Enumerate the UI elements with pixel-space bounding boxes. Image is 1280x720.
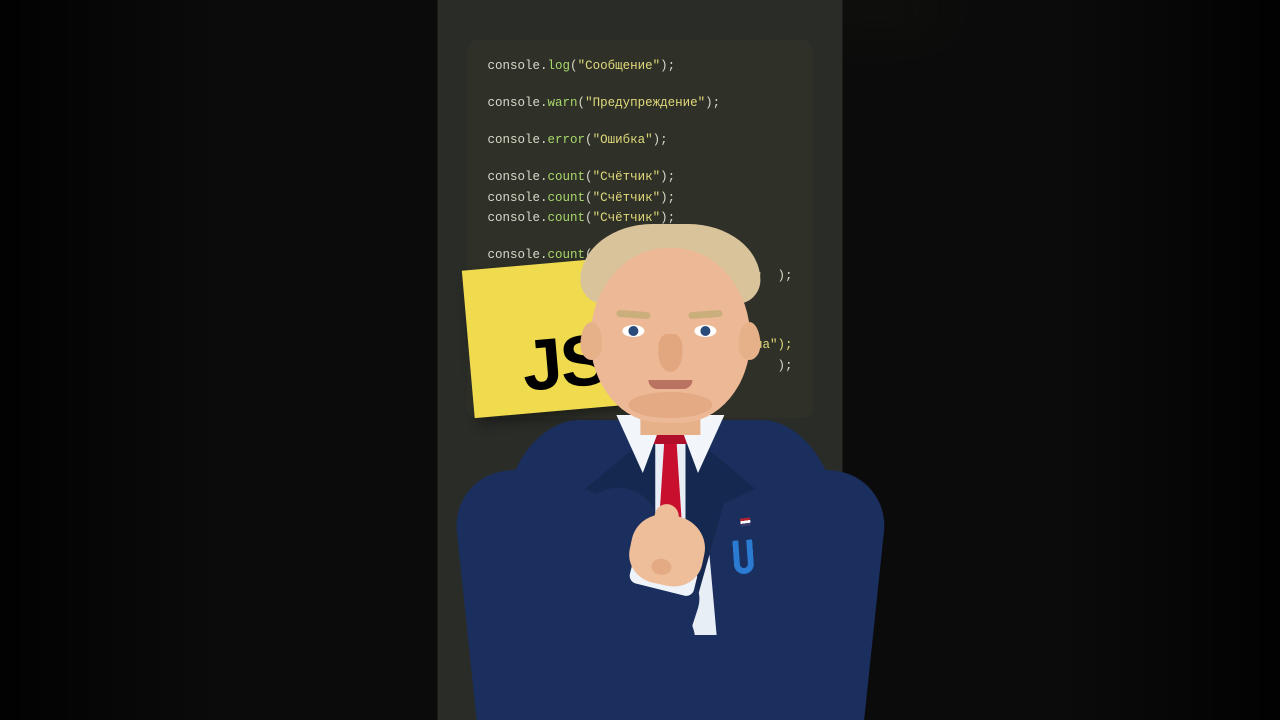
ear (580, 322, 602, 360)
ear (738, 322, 760, 360)
vignette-left (0, 0, 220, 720)
blue-ribbon-icon (732, 539, 754, 574)
mouth (648, 380, 692, 389)
code-line: console.count("Счётчик"); (488, 169, 793, 186)
nose (658, 334, 682, 372)
eye (694, 325, 716, 337)
code-line: console.count("Счётчик"); (488, 190, 793, 207)
chin (628, 392, 712, 418)
eye (622, 325, 644, 337)
flag-pin-icon (740, 517, 751, 526)
vignette-right (1060, 0, 1280, 720)
person-pointing-figure (480, 230, 860, 720)
code-line: console.error("Ошибка"); (488, 132, 793, 149)
code-line: console.log("Сообщение"); (488, 58, 793, 75)
code-line: console.warn("Предупреждение"); (488, 95, 793, 112)
